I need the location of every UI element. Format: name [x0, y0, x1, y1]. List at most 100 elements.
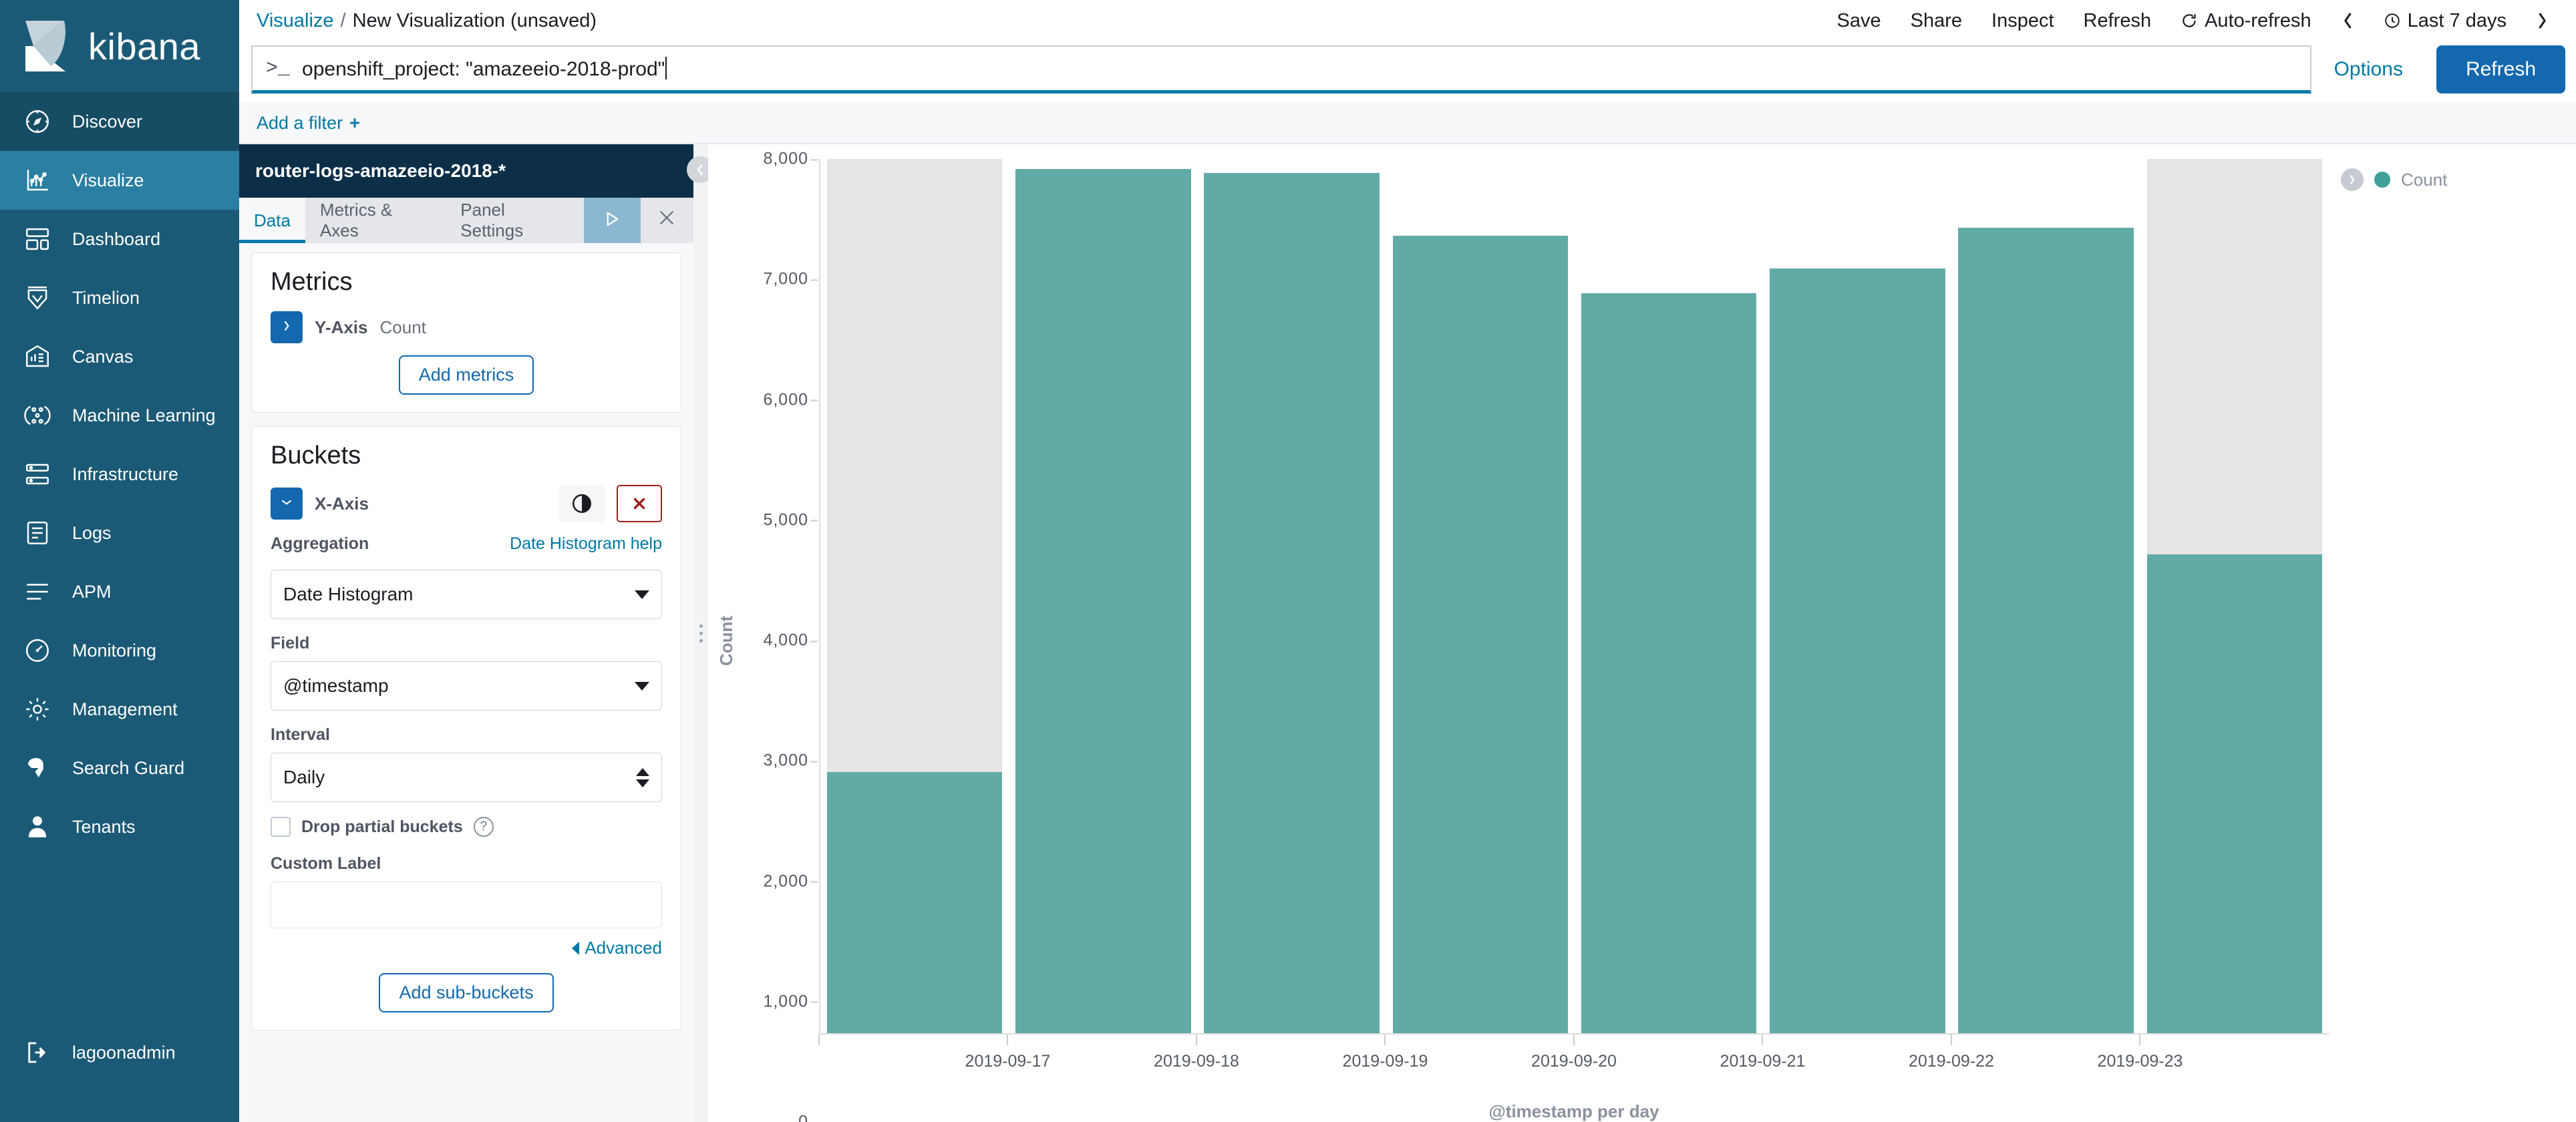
bar[interactable]	[1204, 173, 1380, 1033]
search-input[interactable]: >_ openshift_project: "amazeeio-2018-pro…	[251, 45, 2311, 94]
brand-name: kibana	[88, 25, 201, 67]
sidebar-item-apm[interactable]: APM	[0, 562, 239, 621]
editor-resize-handle[interactable]	[687, 144, 713, 1122]
sidebar-item-visualize[interactable]: Visualize	[0, 151, 239, 210]
metrics-card: Metrics Y-Axis Count Add metrics	[251, 252, 681, 413]
share-button[interactable]: Share	[1896, 10, 1977, 32]
sidebar-item-machine-learning[interactable]: Machine Learning	[0, 386, 239, 445]
sidebar-item-canvas[interactable]: Canvas	[0, 327, 239, 386]
bar-slot[interactable]	[1952, 159, 2140, 1033]
y-axis-tick-label: 1,000	[763, 992, 818, 1011]
x-axis-tick-label: 2019-09-23	[2097, 1052, 2183, 1071]
bar-slot[interactable]	[1763, 159, 1951, 1033]
bar[interactable]	[826, 771, 1003, 1033]
remove-bucket-button[interactable]	[617, 485, 662, 522]
bar-slot[interactable]	[2140, 159, 2329, 1033]
x-axis-tick-label: 2019-09-18	[1154, 1052, 1239, 1071]
refresh-cycle-icon	[2181, 11, 2198, 30]
tab-panel-settings[interactable]: Panel Settings	[446, 198, 583, 243]
query-refresh-button[interactable]: Refresh	[2436, 45, 2565, 94]
time-next-button[interactable]	[2521, 11, 2564, 31]
expand-metric-button[interactable]	[271, 311, 303, 343]
x-axis-tick-label: 2019-09-17	[965, 1052, 1051, 1071]
brand-header[interactable]: kibana	[0, 0, 239, 92]
aggregation-label-row: Aggregation Date Histogram help	[271, 534, 662, 562]
legend-item-count[interactable]: Count	[2341, 168, 2576, 191]
sidebar-item-label: Visualize	[72, 170, 144, 190]
y-axis-ticks: 0 1,000 2,000 3,000 4,000 5,000 6,000 7,000 8,00…	[746, 150, 819, 1122]
add-filter-label: Add a filter	[257, 112, 343, 133]
time-range-button[interactable]: Last 7 days	[2369, 10, 2521, 32]
bar-slot[interactable]	[1386, 159, 1575, 1033]
help-circle-icon[interactable]: ?	[473, 817, 494, 837]
close-editor-button[interactable]	[641, 198, 693, 243]
search-input-value: openshift_project: "amazeeio-2018-prod"	[302, 56, 2310, 81]
custom-label-input[interactable]	[271, 882, 662, 928]
x-axis-title: @timestamp per day	[1488, 1101, 1659, 1121]
auto-refresh-button[interactable]: Auto-refresh	[2166, 10, 2326, 32]
tab-metrics-axes[interactable]: Metrics & Axes	[305, 198, 446, 243]
collapse-bucket-button[interactable]	[271, 488, 303, 520]
date-histogram-help-link[interactable]: Date Histogram help	[510, 534, 662, 554]
x-axis-tick-line	[1762, 1035, 1764, 1045]
x-axis-tick-label: 2019-09-22	[1909, 1052, 1994, 1071]
add-metrics-button[interactable]: Add metrics	[398, 355, 534, 395]
metric-row-y-axis[interactable]: Y-Axis Count	[271, 311, 662, 343]
y-axis-tick-label: 5,000	[763, 510, 818, 530]
bar[interactable]	[1015, 168, 1191, 1033]
field-select[interactable]: @timestamp	[271, 661, 662, 711]
add-sub-buckets-button[interactable]: Add sub-buckets	[379, 973, 554, 1012]
tab-data[interactable]: Data	[239, 198, 305, 243]
bucket-row-x-axis[interactable]: X-Axis	[271, 485, 662, 522]
bar[interactable]	[1770, 268, 1945, 1033]
bar[interactable]	[1958, 228, 2134, 1033]
legend-expand-icon[interactable]	[2341, 168, 2364, 191]
sidebar-item-logs[interactable]: Logs	[0, 504, 239, 562]
close-icon	[657, 208, 677, 234]
sidebar-item-infrastructure[interactable]: Infrastructure	[0, 445, 239, 504]
sidebar-item-label: Discover	[72, 111, 143, 132]
inspect-button[interactable]: Inspect	[1977, 10, 2069, 32]
plus-icon: +	[349, 112, 360, 133]
bar[interactable]	[1392, 235, 1569, 1033]
drop-partial-buckets-checkbox[interactable]	[271, 817, 291, 837]
bar[interactable]	[2146, 554, 2323, 1033]
logs-icon	[23, 518, 52, 548]
drop-partial-buckets-label: Drop partial buckets	[301, 817, 463, 836]
bar[interactable]	[1581, 293, 1757, 1033]
bar-slot[interactable]	[1009, 159, 1197, 1033]
index-pattern-title: router-logs-amazeeio-2018-*	[239, 144, 693, 198]
advanced-toggle[interactable]: Advanced	[572, 938, 662, 958]
time-prev-button[interactable]	[2326, 11, 2369, 31]
sidebar-item-management[interactable]: Management	[0, 680, 239, 739]
sidebar-item-dashboard[interactable]: Dashboard	[0, 210, 239, 268]
x-axis-tick-line	[1384, 1035, 1386, 1045]
query-options-button[interactable]: Options	[2311, 45, 2426, 94]
bar-slot[interactable]	[1575, 159, 1763, 1033]
interval-value: Daily	[283, 767, 325, 787]
refresh-button[interactable]: Refresh	[2069, 10, 2166, 32]
sidebar-item-search-guard[interactable]: Search Guard	[0, 739, 239, 797]
bar-slot[interactable]	[1198, 159, 1386, 1033]
advanced-label: Advanced	[585, 938, 662, 958]
aggregation-select[interactable]: Date Histogram	[271, 570, 662, 619]
workspace: router-logs-amazeeio-2018-* Data Metrics…	[239, 144, 2576, 1122]
ml-icon	[23, 401, 52, 430]
sidebar-item-monitoring[interactable]: Monitoring	[0, 621, 239, 680]
sidebar-item-label: Monitoring	[72, 640, 157, 661]
bar-slot[interactable]	[820, 159, 1009, 1033]
sidebar-item-timelion[interactable]: Timelion	[0, 268, 239, 327]
y-axis-tick-label: 4,000	[763, 630, 818, 650]
add-filter-button[interactable]: Add a filter +	[257, 113, 360, 134]
sidebar-item-tenants[interactable]: Tenants	[0, 797, 239, 856]
sidebar-user-logout[interactable]: lagoonadmin	[0, 1023, 239, 1082]
apply-changes-button[interactable]	[583, 198, 641, 243]
interval-select[interactable]: Daily	[271, 753, 662, 802]
toggle-bucket-visibility-button[interactable]	[559, 485, 605, 522]
breadcrumb-visualize[interactable]: Visualize	[257, 10, 334, 32]
save-button[interactable]: Save	[1822, 10, 1896, 32]
sidebar-item-discover[interactable]: Discover	[0, 92, 239, 151]
y-axis-title-col: Count	[708, 159, 746, 1122]
chevron-left-icon	[697, 164, 703, 175]
chart-inner: Count 0 1,000 2,000 3,000 4,000 5,000 6,000 7,0…	[708, 144, 2576, 1122]
